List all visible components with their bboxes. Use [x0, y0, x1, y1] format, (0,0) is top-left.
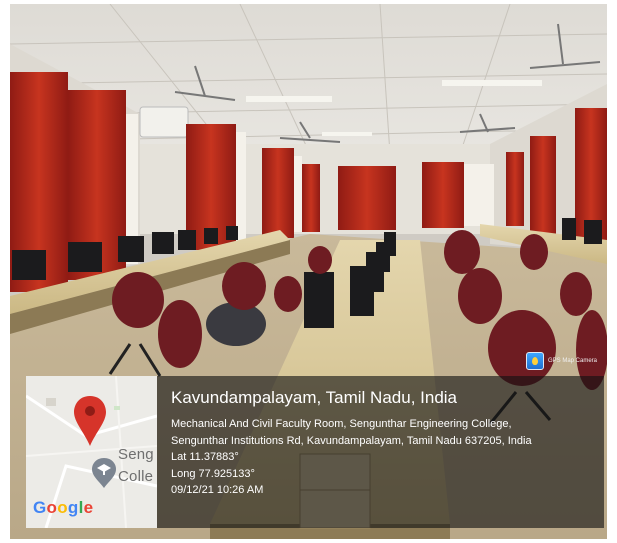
map-pin-icon [74, 396, 106, 446]
timestamp: 09/12/21 10:26 AM [171, 484, 264, 496]
location-title: Kavundampalayam, Tamil Nadu, India [171, 388, 458, 407]
map-thumbnail[interactable]: Seng Colle Google [26, 376, 157, 528]
photo-frame: GPS Map Camera Seng Colle Google Kavunda… [10, 4, 607, 539]
address-line1: Mechanical And Civil Faculty Room, Sengu… [171, 418, 512, 430]
google-logo: Google [33, 498, 94, 517]
badge-label: GPS Map Camera [548, 358, 598, 364]
graduation-cap-icon [92, 458, 116, 488]
gps-map-camera-badge: GPS Map Camera [526, 350, 606, 372]
location-overlay: Seng Colle Google Kavundampalayam, Tamil… [26, 376, 604, 528]
longitude: Long 77.925133° [171, 467, 255, 480]
latitude: Lat 11.37883° [171, 451, 239, 463]
map-label-line1: Seng [118, 446, 154, 463]
location-info: Kavundampalayam, Tamil Nadu, India Mecha… [157, 376, 604, 528]
map-label-line2: Colle [118, 468, 154, 485]
camera-pin-icon [526, 352, 544, 370]
address-line2: Sengunthar Institutions Rd, Kavundampala… [171, 434, 532, 447]
